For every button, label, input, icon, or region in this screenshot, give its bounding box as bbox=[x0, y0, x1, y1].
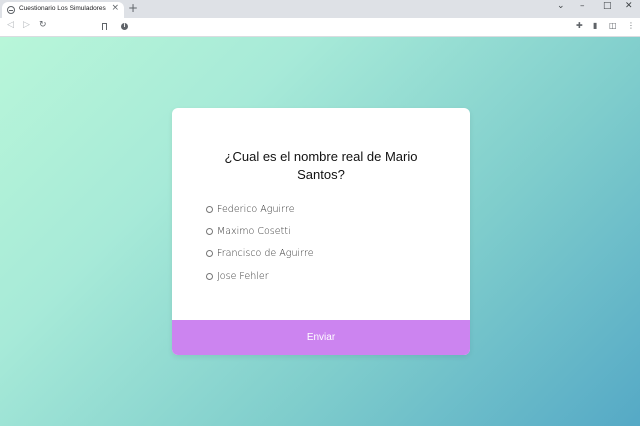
close-window-button[interactable]: ✕ bbox=[625, 2, 633, 11]
answer-label[interactable]: Jose Fehler bbox=[217, 271, 269, 282]
new-tab-button[interactable]: + bbox=[128, 2, 138, 14]
answer-option[interactable]: Francisco de Aguirre bbox=[206, 243, 314, 265]
radio-button[interactable] bbox=[206, 272, 213, 280]
browser-toolbar: ◁ ▷ ↻ i ✚ ▮ ◫ ⋮ bbox=[0, 18, 640, 37]
submit-button[interactable]: Enviar bbox=[172, 320, 470, 355]
back-button[interactable]: ◁ bbox=[7, 21, 14, 30]
answer-list: Federico Aguirre Maximo Cosetti Francisc… bbox=[206, 198, 314, 287]
side-panel-icon[interactable]: ▮ bbox=[593, 22, 597, 30]
radio-button[interactable] bbox=[206, 250, 213, 258]
browser-tab[interactable]: Cuestionario Los Simuladores × bbox=[2, 2, 124, 18]
answer-option[interactable]: Jose Fehler bbox=[206, 265, 314, 287]
forward-button[interactable]: ▷ bbox=[23, 21, 30, 30]
answer-label[interactable]: Maximo Cosetti bbox=[217, 226, 291, 237]
answer-label[interactable]: Francisco de Aguirre bbox=[217, 248, 314, 259]
page-background: ¿Cual es el nombre real de Mario Santos?… bbox=[0, 37, 640, 426]
extensions-icon[interactable]: ✚ bbox=[576, 22, 583, 30]
answer-label[interactable]: Federico Aguirre bbox=[217, 204, 295, 215]
radio-button[interactable] bbox=[206, 227, 213, 235]
tab-title: Cuestionario Los Simuladores bbox=[19, 5, 106, 12]
question-title: ¿Cual es el nombre real de Mario Santos? bbox=[224, 149, 418, 182]
bookmark-icon[interactable] bbox=[102, 23, 107, 30]
quiz-card: ¿Cual es el nombre real de Mario Santos?… bbox=[172, 108, 470, 355]
globe-icon bbox=[7, 6, 15, 14]
radio-button[interactable] bbox=[206, 205, 213, 213]
answer-option[interactable]: Maximo Cosetti bbox=[206, 220, 314, 242]
reload-button[interactable]: ↻ bbox=[39, 21, 47, 30]
tab-strip: Cuestionario Los Simuladores × + ⌄ – □ ✕ bbox=[0, 0, 640, 18]
maximize-button[interactable]: □ bbox=[603, 2, 612, 11]
address-bar[interactable]: i bbox=[117, 20, 525, 34]
answer-option[interactable]: Federico Aguirre bbox=[206, 198, 314, 220]
minimize-button[interactable]: – bbox=[580, 2, 585, 11]
tab-search-icon[interactable]: ⌄ bbox=[557, 2, 565, 11]
site-info-icon[interactable]: i bbox=[121, 23, 128, 30]
profile-icon[interactable]: ◫ bbox=[609, 22, 617, 30]
tab-close-icon[interactable]: × bbox=[111, 4, 119, 13]
menu-icon[interactable]: ⋮ bbox=[627, 22, 635, 30]
